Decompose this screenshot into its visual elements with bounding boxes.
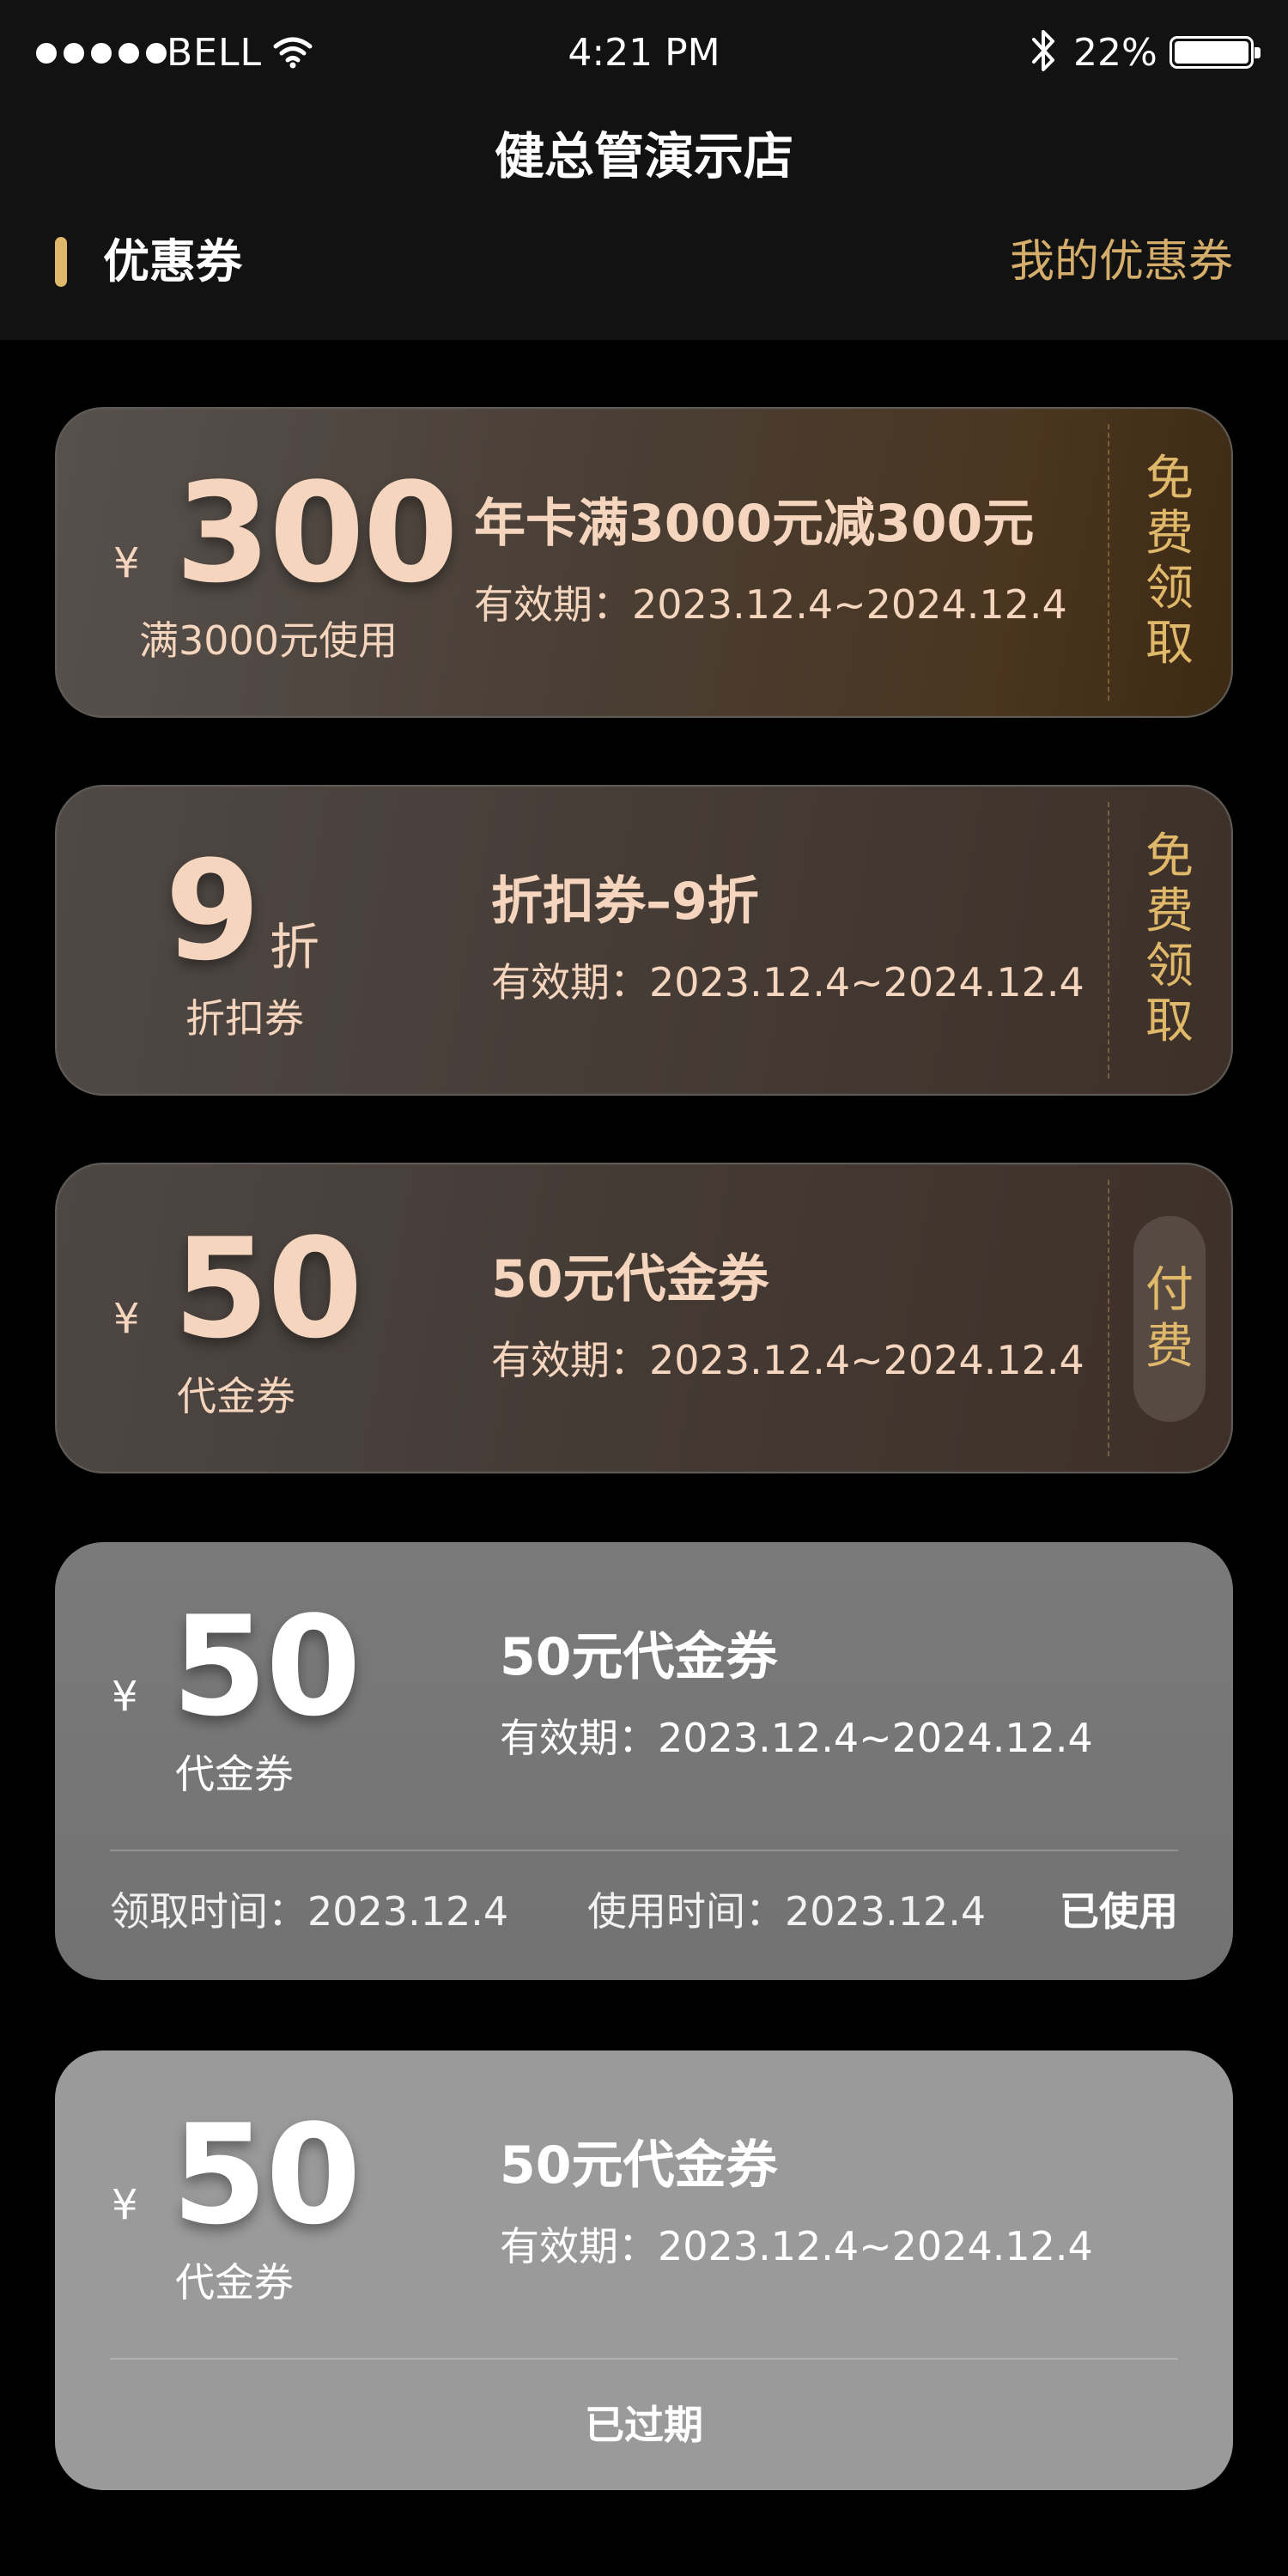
paid-claim-button[interactable]: 付费 [1133,1216,1206,1422]
coupon-amount: 9 [165,830,260,991]
coupon-name: 50元代金券 [491,1249,769,1309]
status-used: 已使用 [1060,1888,1178,1935]
coupon-condition: 代金券 [177,1373,295,1419]
coupon-name: 折扣券–9折 [491,872,759,932]
coupon-amount: 50 [172,1586,361,1747]
coupon-card-expired[interactable]: ¥ 50 代金券 50元代金券 有效期：2023.12.4~2024.12.4 … [55,2050,1233,2490]
coupon-amount: 300 [175,453,459,613]
battery-percentage: 22% [1073,31,1157,75]
coupon-card[interactable]: ¥ 50 代金券 50元代金券 有效期：2023.12.4~2024.12.4 … [55,1163,1233,1473]
coupon-validity: 有效期：2023.12.4~2024.12.4 [500,1715,1093,1761]
section-title: 优惠券 [103,234,242,289]
coupon-validity: 有效期：2023.12.4~2024.12.4 [491,1337,1084,1383]
coupon-separator [1108,802,1109,1078]
coupon-name: 50元代金券 [500,2136,778,2196]
coupon-condition: 满3000元使用 [139,617,398,664]
coupon-condition: 折扣券 [185,995,304,1042]
coupon-card-used[interactable]: ¥ 50 代金券 50元代金券 有效期：2023.12.4~2024.12.4 … [55,1542,1233,1980]
coupon-amount: 50 [173,1208,363,1369]
coupon-name: 年卡满3000元减300元 [474,494,1035,554]
coupon-validity: 有效期：2023.12.4~2024.12.4 [474,581,1067,628]
currency-symbol: ¥ [113,539,140,587]
battery-icon [1170,36,1261,69]
coupon-separator [1108,1180,1109,1456]
status-expired: 已过期 [585,2402,703,2448]
received-time: 领取时间：2023.12.4 [110,1888,509,1935]
currency-symbol: ¥ [112,2181,138,2229]
coupon-amount: 50 [172,2094,361,2255]
top-header: BELL 4:21 PM 22% 健总管演示店 优惠券 我的优惠券 [0,0,1288,340]
coupon-card[interactable]: ¥ 300 满3000元使用 年卡满3000元减300元 有效期：2023.12… [55,407,1233,718]
coupon-condition: 代金券 [175,2259,294,2306]
coupon-separator [1108,424,1109,701]
free-claim-button[interactable]: 免费领取 [1142,452,1197,671]
bluetooth-icon [1032,30,1054,71]
status-bar: BELL 4:21 PM 22% [0,0,1288,108]
discount-unit: 折 [270,918,320,976]
coupon-validity: 有效期：2023.12.4~2024.12.4 [491,959,1084,1005]
store-title: 健总管演示店 [494,127,793,185]
coupon-name: 50元代金券 [500,1627,778,1687]
coupon-validity: 有效期：2023.12.4~2024.12.4 [500,2223,1093,2269]
coupon-divider [110,1850,1178,1851]
free-claim-button[interactable]: 免费领取 [1142,829,1197,1049]
coupon-divider [110,2358,1178,2360]
coupon-card[interactable]: 9 折 折扣券 折扣券–9折 有效期：2023.12.4~2024.12.4 免… [55,785,1233,1096]
my-coupons-link[interactable]: 我的优惠券 [1010,232,1233,292]
used-time: 使用时间：2023.12.4 [587,1888,987,1935]
coupon-condition: 代金券 [175,1751,294,1797]
paid-claim-label: 付费 [1145,1262,1194,1375]
section-accent-bar [55,237,67,287]
currency-symbol: ¥ [113,1295,140,1343]
currency-symbol: ¥ [112,1673,138,1721]
